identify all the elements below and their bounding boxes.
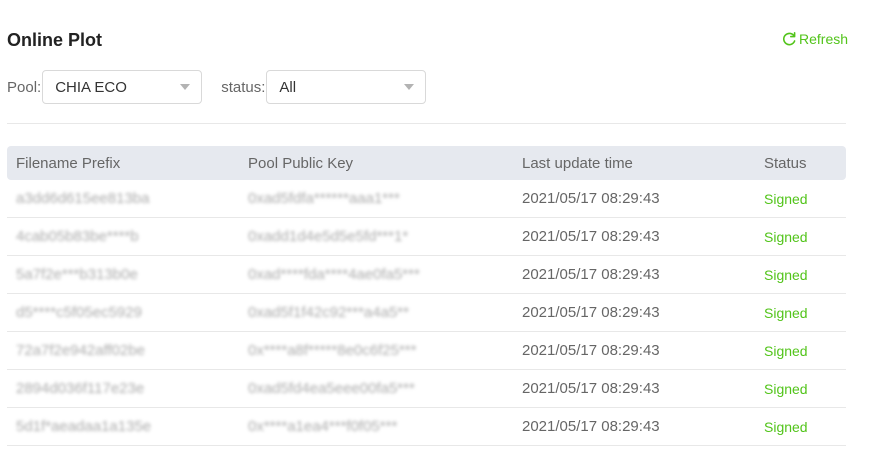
pool-public-key-cell: 0xad5fd4ea5eee00fa5*** [239,369,513,408]
last-update-time-cell: 2021/05/17 08:29:43 [513,293,755,332]
status-cell: Signed [755,369,846,408]
pool-public-key-cell: 0x****a1ea4***f0f05*** [239,407,513,446]
refresh-button[interactable]: Refresh [781,31,848,47]
plot-table: Filename Prefix Pool Public Key Last upd… [7,146,846,446]
last-update-time-cell: 2021/05/17 08:29:43 [513,331,755,370]
caret-down-icon [404,84,415,90]
status-cell: Signed [755,331,846,370]
last-update-time-cell: 2021/05/17 08:29:43 [513,255,755,294]
table-row[interactable]: 2894d036f117e23e 0xad5fd4ea5eee00fa5*** … [7,369,846,408]
status-cell: Signed [755,255,846,294]
pool-select-value: CHIA ECO [55,78,127,96]
last-update-time-cell: 2021/05/17 08:29:43 [513,407,755,446]
pool-public-key-cell: 0xad****fda****4ae0fa5*** [239,255,513,294]
filename-prefix-cell: 4cab05b83be****b [7,217,239,256]
status-select[interactable]: All [266,70,427,104]
pool-label: Pool: [7,78,42,96]
table-row[interactable]: 4cab05b83be****b 0xadd1d4e5d5e5fd***1* 2… [7,217,846,256]
filename-prefix-cell: 72a7f2e942aff02be [7,331,239,370]
header-status[interactable]: Status [755,146,846,180]
filename-prefix-cell: 2894d036f117e23e [7,369,239,408]
refresh-label: Refresh [799,31,849,47]
table-row[interactable]: 72a7f2e942aff02be 0x****a8f*****8e0c6f25… [7,331,846,370]
last-update-time-cell: 2021/05/17 08:29:43 [513,180,755,218]
status-cell: Signed [755,180,846,218]
page-title: Online Plot [7,30,103,50]
status-select-value: All [279,78,297,96]
refresh-icon [781,31,797,47]
last-update-time-cell: 2021/05/17 08:29:43 [513,217,755,256]
pool-select[interactable]: CHIA ECO [42,70,203,104]
filename-prefix-cell: 5a7f2e***b313b0e [7,255,239,294]
table-row[interactable]: 5a7f2e***b313b0e 0xad****fda****4ae0fa5*… [7,255,846,294]
pool-public-key-cell: 0xadd1d4e5d5e5fd***1* [239,217,513,256]
table-row[interactable]: d5****c5f05ec5929 0xad5f1f42c92***a4a5**… [7,293,846,332]
table-row[interactable]: a3dd6d615ee813ba 0xad5fdfa******aaa1*** … [7,180,846,218]
status-cell: Signed [755,217,846,256]
divider [7,123,846,124]
pool-public-key-cell: 0xad5f1f42c92***a4a5** [239,293,513,332]
status-label: status: [221,78,266,96]
pool-public-key-cell: 0x****a8f*****8e0c6f25*** [239,331,513,370]
table-row[interactable]: 5d1f*aeadaa1a135e 0x****a1ea4***f0f05***… [7,407,846,446]
status-cell: Signed [755,293,846,332]
caret-down-icon [180,84,191,90]
filter-bar: Pool: CHIA ECO status: All [7,70,427,104]
table-header-row: Filename Prefix Pool Public Key Last upd… [7,146,846,180]
status-cell: Signed [755,407,846,446]
header-filename-prefix[interactable]: Filename Prefix [7,146,239,180]
header-last-update-time[interactable]: Last update time [513,146,755,180]
header-pool-public-key[interactable]: Pool Public Key [239,146,513,180]
filename-prefix-cell: d5****c5f05ec5929 [7,293,239,332]
pool-public-key-cell: 0xad5fdfa******aaa1*** [239,180,513,218]
last-update-time-cell: 2021/05/17 08:29:43 [513,369,755,408]
filename-prefix-cell: 5d1f*aeadaa1a135e [7,407,239,446]
filename-prefix-cell: a3dd6d615ee813ba [7,180,239,218]
